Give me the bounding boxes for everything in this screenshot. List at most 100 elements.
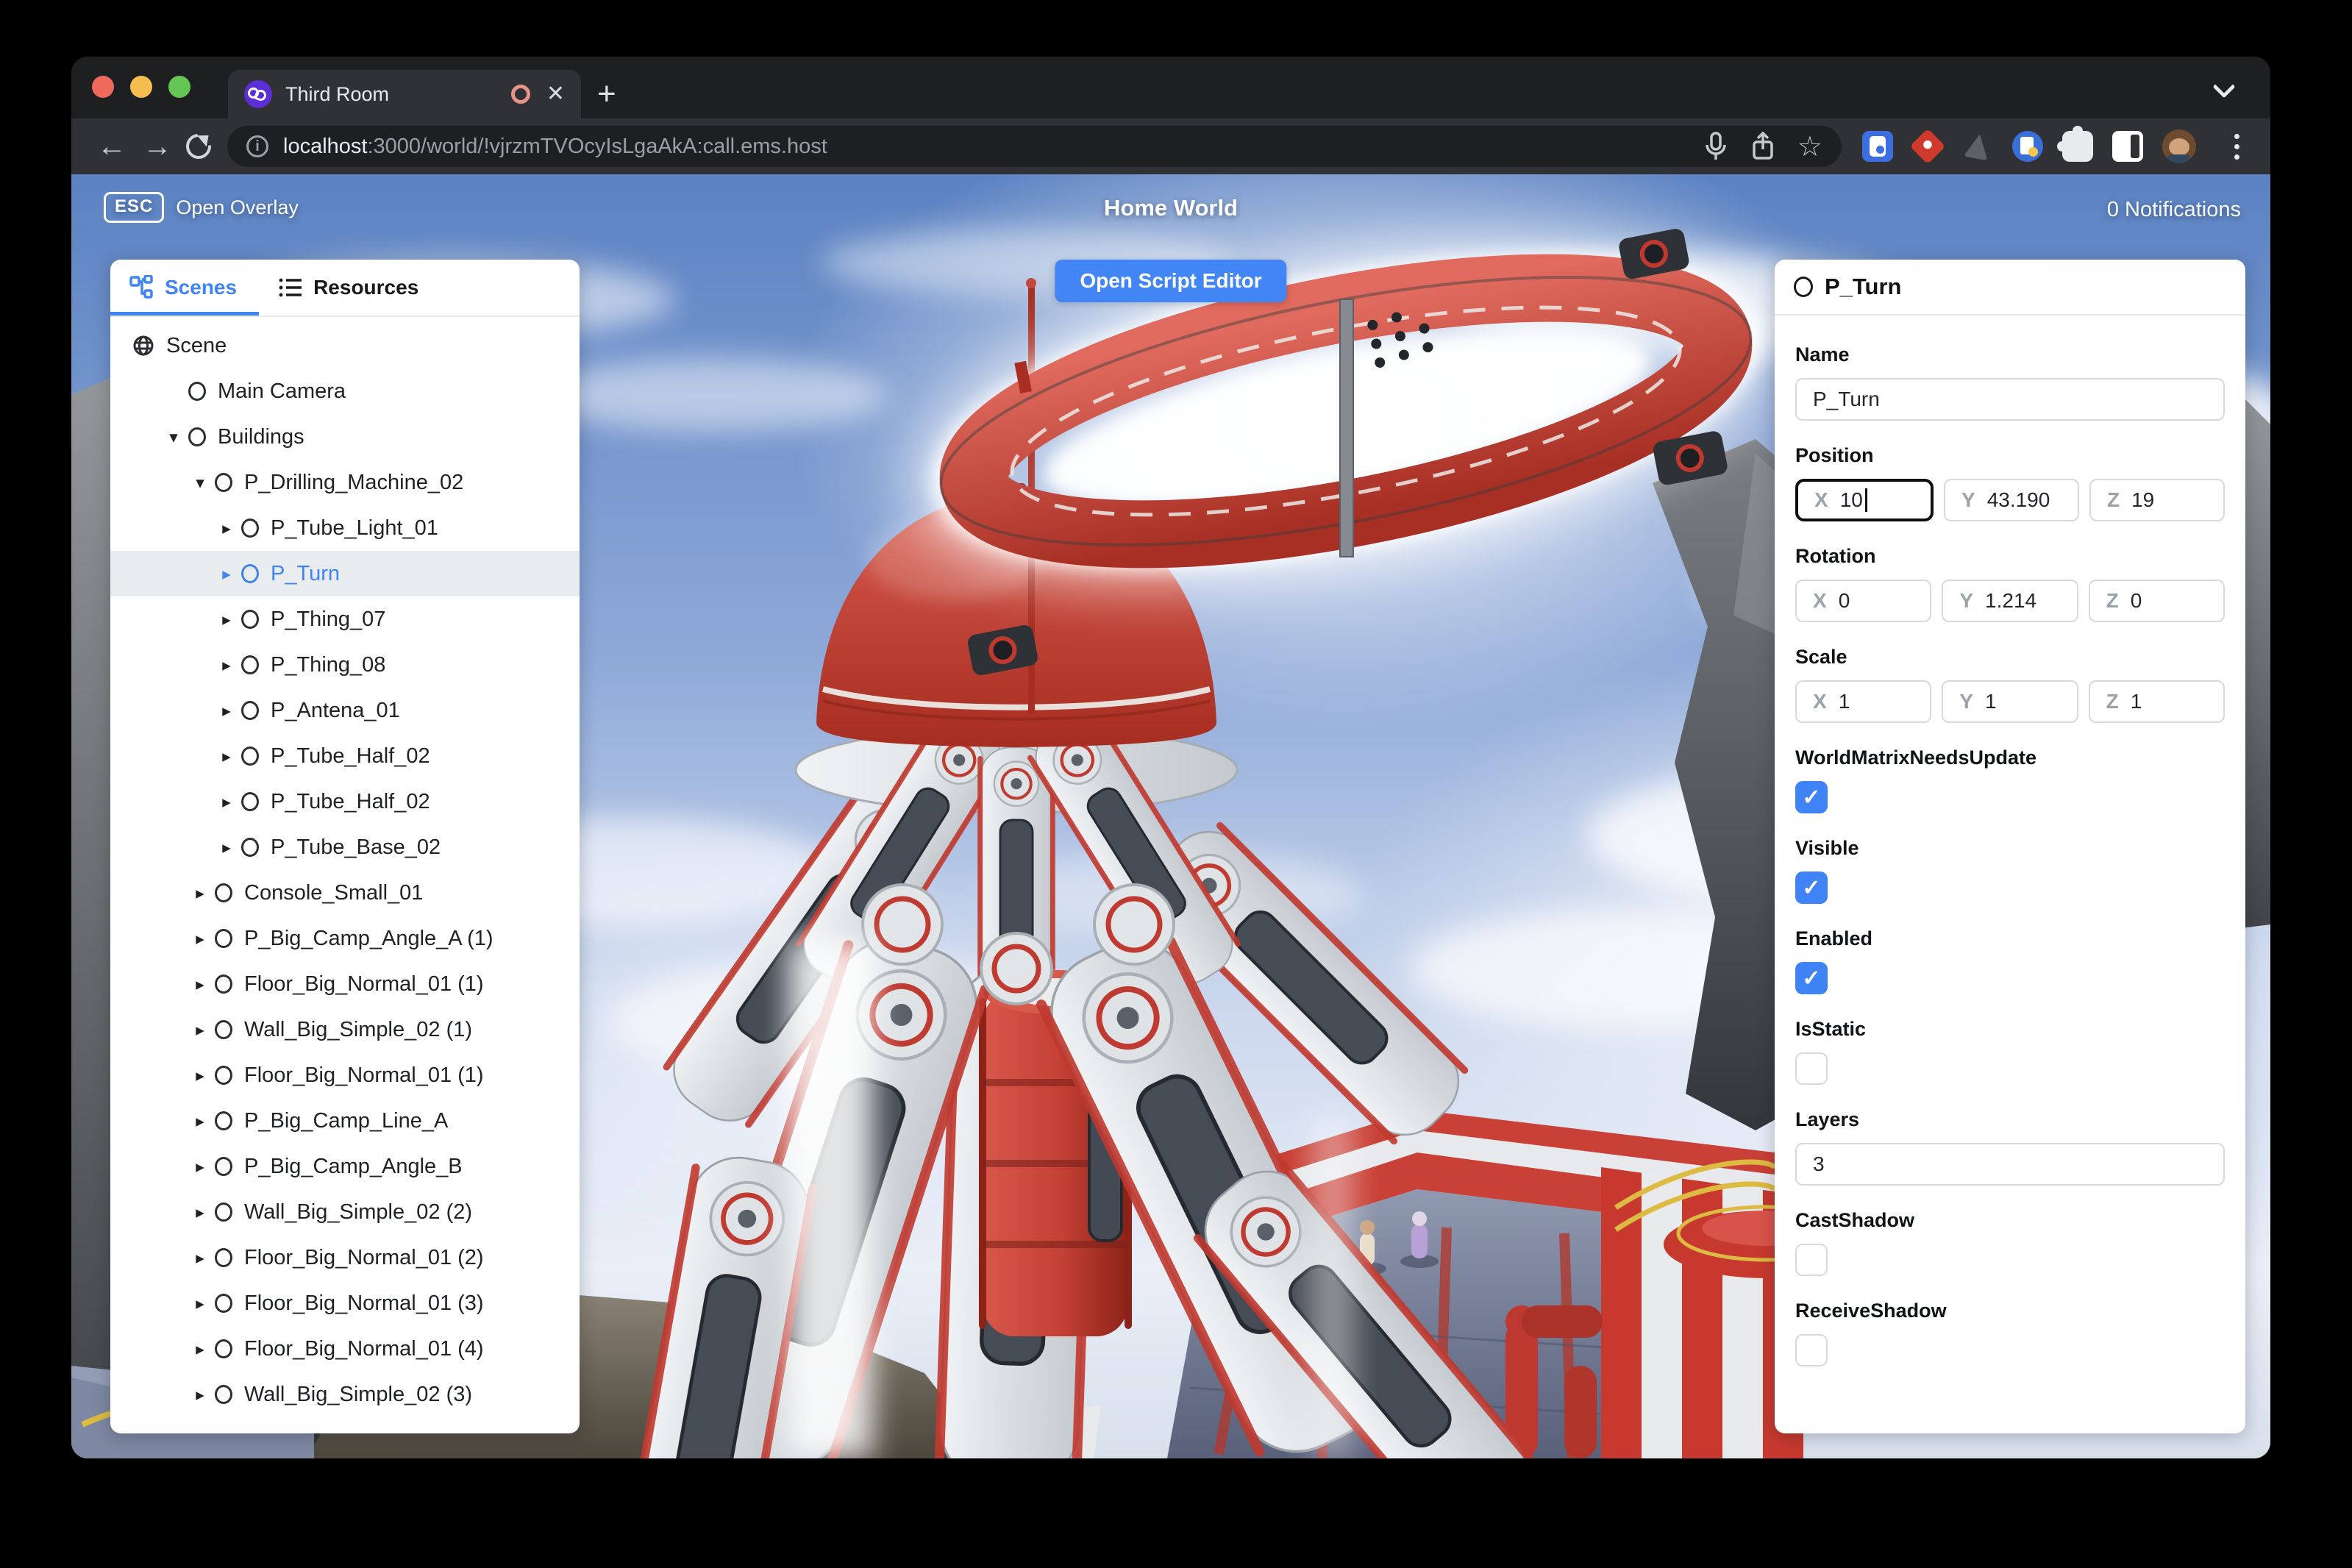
open-overlay-hint[interactable]: ESC Open Overlay [104,192,299,223]
tree-item[interactable]: ▸ P_Big_Camp_Angle_B [110,1144,580,1189]
caret-right-icon[interactable]: ▸ [185,1385,215,1405]
Visible-checkbox[interactable]: ✓ [1795,872,1828,904]
scale-x-input[interactable]: X1 [1795,680,1932,723]
extensions-puzzle-icon[interactable] [2057,126,2093,162]
position-y-input[interactable]: Y 43.190 [1944,479,2079,521]
caret-right-icon[interactable]: ▸ [212,518,241,538]
tree-item[interactable]: ▸ P_Tube_Base_02 [110,824,580,870]
caret-right-icon[interactable]: ▸ [185,1339,215,1359]
position-x-input[interactable]: X 10 [1795,479,1934,521]
caret-right-icon[interactable]: ▸ [185,974,215,994]
caret-right-icon[interactable]: ▸ [185,1294,215,1314]
tree-item[interactable]: ▾ Buildings [110,414,580,460]
tree-item-label: Buildings [218,424,304,449]
tree-item[interactable]: ▸ Floor_Big_Normal_01 (3) [110,1280,580,1326]
position-z-input[interactable]: Z 19 [2089,479,2225,521]
browser-tab[interactable]: Third Room ✕ [228,70,581,118]
tab-scenes[interactable]: Scenes [110,260,259,316]
forward-button[interactable]: → [135,130,180,163]
tab-search-chevron-icon[interactable] [2212,75,2236,99]
recycle-extension-icon[interactable] [1964,132,1992,161]
bookmark-star-icon[interactable]: ☆ [1797,130,1822,163]
caret-right-icon[interactable]: ▸ [212,655,241,675]
tree-item[interactable]: ▸ Wall_Big_Simple_02 (1) [110,1007,580,1052]
Layers-input[interactable]: 3 [1795,1143,2225,1186]
tree-item[interactable]: ▸ P_Turn [110,551,580,596]
rotation-x-input[interactable]: X0 [1795,580,1932,622]
browser-menu-icon[interactable] [2234,133,2239,160]
tree-item[interactable]: ▸ Floor_Big_Normal_01 (2) [110,1235,580,1280]
new-tab-button[interactable]: + [597,73,616,115]
caret-right-icon[interactable]: ▸ [212,838,241,858]
tree-item[interactable]: ▸ P_Tube_Light_01 [110,505,580,551]
tree-item[interactable]: Main Camera [110,368,580,414]
esc-key-badge: ESC [104,192,165,223]
axis-prefix: X [1813,690,1827,713]
ReceiveShadow-checkbox[interactable] [1795,1334,1828,1366]
rotation-z-input[interactable]: Z0 [2088,580,2225,622]
tree-item[interactable]: Scene [110,323,580,368]
caret-right-icon[interactable]: ▸ [212,746,241,766]
red-diamond-extension-icon[interactable] [1909,128,1946,165]
side-panel-icon[interactable] [2112,131,2143,162]
caret-right-icon[interactable]: ▸ [212,610,241,630]
tree-item-label: Main Camera [218,379,346,403]
share-icon[interactable] [1750,132,1775,161]
tree-item-label: P_Antena_01 [271,698,400,722]
tree-item[interactable]: ▸ Wall_Big_Simple_02 (3) [110,1372,580,1417]
tree-item[interactable]: ▸ Floor_Big_Normal_01 (1) [110,1052,580,1098]
tree-item-label: P_Tube_Half_02 [271,744,430,768]
tree-item[interactable]: ▸ Floor_Big_Normal_01 (4) [110,1326,580,1372]
caret-right-icon[interactable]: ▸ [185,883,215,903]
open-script-editor-button[interactable]: Open Script Editor [1055,260,1287,302]
caret-right-icon[interactable]: ▸ [185,1020,215,1040]
tree-item[interactable]: ▸ P_Tube_Half_02 [110,733,580,779]
tree-item[interactable]: ▸ P_Big_Camp_Line_A [110,1098,580,1144]
minimize-window-button[interactable] [130,76,152,98]
Enabled-checkbox[interactable]: ✓ [1795,962,1828,994]
tree-item[interactable]: ▾ P_Drilling_Machine_02 [110,460,580,505]
caret-right-icon[interactable]: ▸ [185,1248,215,1268]
tab-close-button[interactable]: ✕ [546,83,565,105]
tree-item[interactable]: ▸ Floor_Big_Normal_01 (1) [110,961,580,1007]
WorldMatrixNeedsUpdate-checkbox[interactable]: ✓ [1795,781,1828,813]
tree-item[interactable]: ▸ P_Thing_08 [110,642,580,688]
scale-z-input[interactable]: Z1 [2088,680,2225,723]
tree-item[interactable]: ▸ Wall_Big_Simple_02 (2) [110,1189,580,1235]
reader-extension-icon[interactable] [2012,131,2043,162]
caret-right-icon[interactable]: ▸ [185,929,215,949]
name-field-label: Name [1795,343,1850,366]
caret-right-icon[interactable]: ▸ [212,564,241,584]
tree-item[interactable]: ▸ P_Tube_Half_02 [110,779,580,824]
back-button[interactable]: ← [89,130,135,163]
tree-item[interactable]: ▸ P_Big_Camp_Angle_A (1) [110,916,580,961]
tree-item[interactable]: ▸ Console_Small_01 [110,870,580,916]
caret-down-icon[interactable]: ▾ [159,427,188,447]
zoom-window-button[interactable] [168,76,190,98]
close-window-button[interactable] [92,76,114,98]
caret-right-icon[interactable]: ▸ [185,1157,215,1177]
CastShadow-checkbox[interactable] [1795,1244,1828,1276]
password-extension-icon[interactable] [1862,131,1893,162]
rotation-y-input[interactable]: Y 1.214 [1942,580,2078,622]
tree-item[interactable]: ▸ P_Antena_01 [110,688,580,733]
scale-y-input[interactable]: Y1 [1942,680,2078,723]
IsStatic-checkbox[interactable] [1795,1052,1828,1085]
address-bar[interactable]: i localhost:3000/world/!vjrzmTVOcyIsLgaA… [227,126,1842,167]
tab-resources[interactable]: Resources [259,260,441,316]
tree-item-label: Console_Small_01 [244,880,424,905]
reload-button[interactable] [181,129,216,164]
caret-right-icon[interactable]: ▸ [185,1066,215,1086]
tree-item[interactable]: ▸ P_Thing_07 [110,596,580,642]
caret-right-icon[interactable]: ▸ [185,1202,215,1222]
caret-right-icon[interactable]: ▸ [212,701,241,721]
site-info-icon[interactable]: i [246,135,268,157]
notifications-label[interactable]: 0 Notifications [2107,198,2241,222]
caret-right-icon[interactable]: ▸ [185,1111,215,1131]
caret-right-icon[interactable]: ▸ [212,792,241,812]
profile-avatar[interactable] [2162,129,2196,163]
name-input[interactable]: P_Turn [1795,378,2225,421]
microphone-icon[interactable] [1703,132,1728,161]
caret-down-icon[interactable]: ▾ [185,473,215,493]
open-overlay-label: Open Overlay [176,196,299,218]
